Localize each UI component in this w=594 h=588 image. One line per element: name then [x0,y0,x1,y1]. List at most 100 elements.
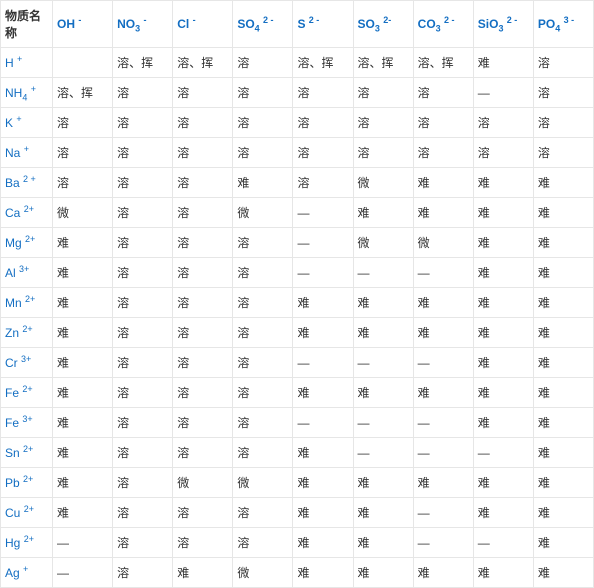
cell-value: — [413,528,473,558]
cell-value: 难 [293,438,353,468]
column-header: NO3 - [113,1,173,48]
cell-value: 难 [473,408,533,438]
cell-value: 溶 [233,288,293,318]
column-header: Cl - [173,1,233,48]
table-row: Cu 2+难溶溶溶难难—难难 [1,498,594,528]
cell-value: 微 [413,228,473,258]
row-ion: Mg 2+ [1,228,53,258]
cell-value: 溶 [353,108,413,138]
cell-value: 难 [533,348,593,378]
cell-value: 溶 [173,228,233,258]
cell-value: 难 [473,498,533,528]
cell-value: 难 [353,498,413,528]
cell-value: 难 [353,288,413,318]
table-row: Na +溶溶溶溶溶溶溶溶溶 [1,138,594,168]
cell-value: — [473,528,533,558]
cell-value: 溶 [113,348,173,378]
cell-value: 难 [473,558,533,588]
cell-value: 溶、挥 [293,48,353,78]
cell-value: 溶 [233,348,293,378]
cell-value: 溶 [473,138,533,168]
cell-value: 溶 [233,48,293,78]
cell-value: 溶 [173,78,233,108]
cell-value: 溶 [233,258,293,288]
cell-value: 微 [173,468,233,498]
cell-value: 微 [53,198,113,228]
cell-value: 溶 [173,288,233,318]
table-row: Mn 2+难溶溶溶难难难难难 [1,288,594,318]
row-ion: Fe 3+ [1,408,53,438]
cell-value: 难 [353,468,413,498]
cell-value: 难 [473,288,533,318]
cell-value: 溶 [113,378,173,408]
cell-value: 溶 [293,138,353,168]
cell-value: 溶 [413,108,473,138]
cell-value: 溶 [233,438,293,468]
cell-value: 溶 [173,318,233,348]
cell-value: 溶 [113,138,173,168]
cell-value: — [473,438,533,468]
cell-value: — [413,348,473,378]
row-ion: Pb 2+ [1,468,53,498]
row-ion: NH4 + [1,78,53,108]
cell-value: 难 [293,288,353,318]
cell-value: 难 [473,318,533,348]
table-row: Zn 2+难溶溶溶难难难难难 [1,318,594,348]
cell-value: 难 [533,498,593,528]
cell-value: 难 [53,318,113,348]
cell-value: 难 [473,468,533,498]
cell-value: 溶 [53,168,113,198]
cell-value: 难 [413,468,473,498]
row-ion: Hg 2+ [1,528,53,558]
cell-value: — [413,438,473,468]
cell-value: 难 [473,228,533,258]
cell-value: 溶 [173,108,233,138]
cell-value: 难 [53,288,113,318]
table-row: Cr 3+难溶溶溶———难难 [1,348,594,378]
cell-value: 溶 [293,108,353,138]
cell-value: 溶、挥 [53,78,113,108]
cell-value: 溶 [113,78,173,108]
cell-value: 溶 [173,528,233,558]
cell-value: 难 [413,288,473,318]
column-header: SO3 2- [353,1,413,48]
cell-value: 难 [293,558,353,588]
row-ion: Cr 3+ [1,348,53,378]
cell-value: 微 [353,228,413,258]
cell-value: 难 [53,408,113,438]
cell-value: 难 [53,468,113,498]
row-ion: K + [1,108,53,138]
cell-value: 溶、挥 [113,48,173,78]
cell-value: 溶、挥 [353,48,413,78]
cell-value: 溶 [473,108,533,138]
cell-value: — [353,258,413,288]
table-row: Fe 2+难溶溶溶难难难难难 [1,378,594,408]
cell-value: 难 [233,168,293,198]
cell-value: — [353,408,413,438]
table-row: Ba 2 +溶溶溶难溶微难难难 [1,168,594,198]
column-header: PO4 3 - [533,1,593,48]
cell-value: — [353,438,413,468]
column-header: OH - [53,1,113,48]
cell-value: 溶 [293,78,353,108]
cell-value: — [293,228,353,258]
cell-value: 难 [293,528,353,558]
column-header: SO4 2 - [233,1,293,48]
cell-value: 难 [533,558,593,588]
cell-value: 溶 [173,198,233,228]
cell-value: 溶 [533,78,593,108]
cell-value: 难 [533,528,593,558]
cell-value: 微 [233,468,293,498]
cell-value: — [293,198,353,228]
cell-value: 溶 [233,138,293,168]
cell-value: — [413,258,473,288]
cell-value: 难 [353,378,413,408]
row-ion: Ag + [1,558,53,588]
row-ion: Ba 2 + [1,168,53,198]
cell-value: 溶 [233,108,293,138]
row-ion: Al 3+ [1,258,53,288]
cell-value: 难 [533,258,593,288]
table-row: Mg 2+难溶溶溶—微微难难 [1,228,594,258]
column-header: CO3 2 - [413,1,473,48]
cell-value: 难 [53,378,113,408]
